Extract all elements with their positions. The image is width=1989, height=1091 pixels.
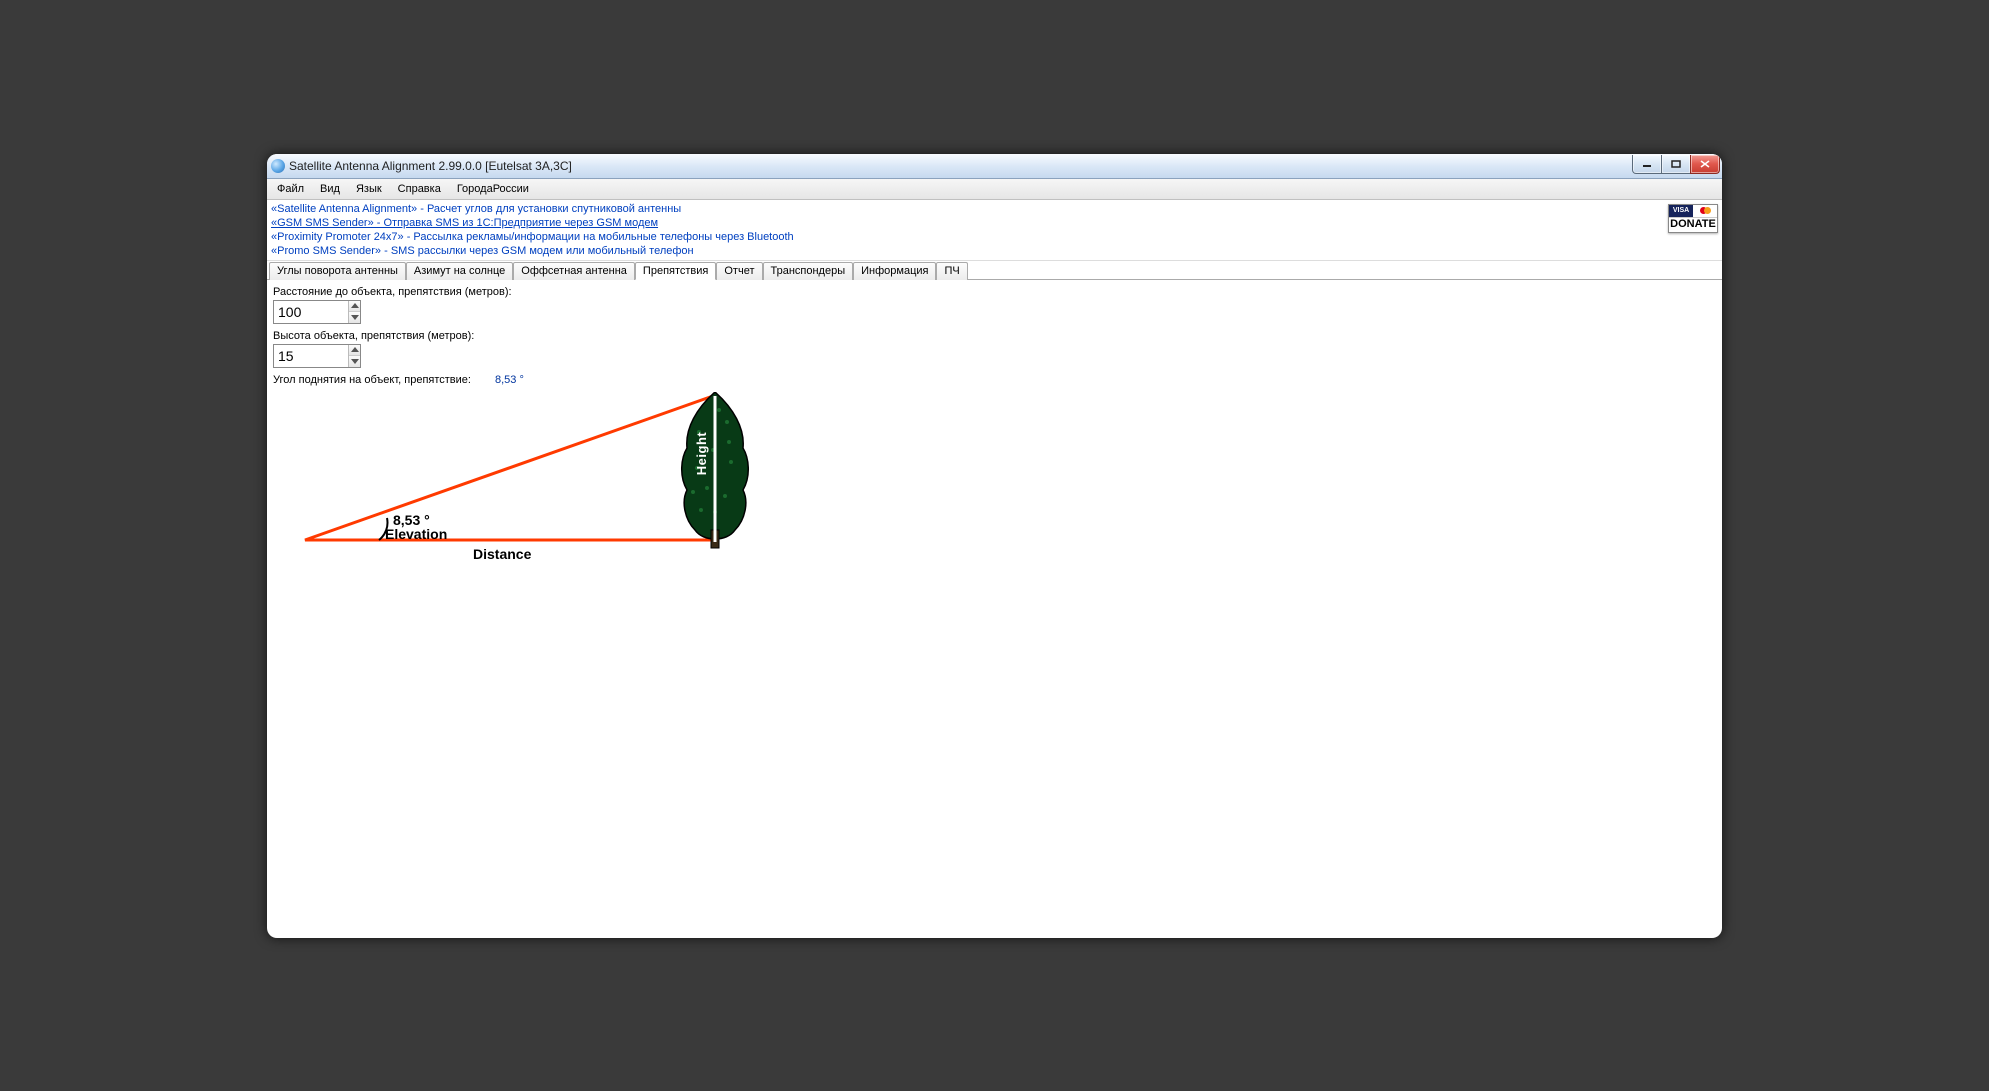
height-spin-buttons — [348, 345, 360, 367]
tree-icon — [679, 392, 751, 552]
maximize-button[interactable] — [1661, 155, 1691, 174]
tab-sun-azimuth[interactable]: Азимут на солнце — [406, 262, 513, 280]
distance-spin-down[interactable] — [349, 312, 360, 323]
tab-obstacles[interactable]: Препятствия — [635, 262, 716, 280]
visa-icon: VISA — [1669, 205, 1693, 217]
result-row: Угол поднятия на объект, препятствие: 8,… — [273, 374, 1716, 386]
minimize-button[interactable] — [1632, 155, 1662, 174]
tab-content: Расстояние до объекта, препятствия (метр… — [267, 280, 1722, 576]
result-value: 8,53 ° — [495, 374, 524, 386]
height-spinner — [273, 344, 361, 368]
links-bar: «Satellite Antenna Alignment» - Расчет у… — [267, 200, 1722, 261]
titlebar: Satellite Antenna Alignment 2.99.0.0 [Eu… — [267, 154, 1722, 179]
donate-button[interactable]: VISA DONATE — [1668, 204, 1718, 233]
app-window: Satellite Antenna Alignment 2.99.0.0 [Eu… — [267, 154, 1722, 938]
height-spin-down[interactable] — [349, 356, 360, 367]
donate-label: DONATE — [1669, 217, 1717, 230]
link-saa[interactable]: «Satellite Antenna Alignment» - Расчет у… — [271, 202, 1718, 216]
diagram-distance-label: Distance — [473, 546, 531, 562]
tab-report[interactable]: Отчет — [716, 262, 762, 280]
menu-cities[interactable]: ГородаРоссии — [449, 181, 537, 197]
link-promo[interactable]: «Promo SMS Sender» - SMS рассылки через … — [271, 244, 1718, 258]
tab-transponders[interactable]: Транспондеры — [763, 262, 854, 280]
result-label: Угол поднятия на объект, препятствие: — [273, 374, 471, 386]
tab-angles[interactable]: Углы поворота антенны — [269, 262, 406, 280]
window-title: Satellite Antenna Alignment 2.99.0.0 [Eu… — [289, 159, 572, 173]
diagram-elevation-label: Elevation — [385, 526, 447, 542]
menu-help[interactable]: Справка — [390, 181, 449, 197]
diagram-height-label: Height — [694, 431, 709, 474]
mastercard-icon — [1693, 205, 1717, 217]
tab-info[interactable]: Информация — [853, 262, 936, 280]
link-gsm[interactable]: «GSM SMS Sender» - Отправка SMS из 1С:Пр… — [271, 216, 1718, 230]
distance-spin-up[interactable] — [349, 301, 360, 313]
distance-spinner — [273, 300, 361, 324]
distance-spin-buttons — [348, 301, 360, 323]
window-buttons — [1633, 155, 1720, 174]
menu-file[interactable]: Файл — [269, 181, 312, 197]
link-proximity[interactable]: «Proximity Promoter 24x7» - Рассылка рек… — [271, 230, 1718, 244]
height-input[interactable] — [274, 345, 348, 367]
height-spin-up[interactable] — [349, 345, 360, 357]
menubar: Файл Вид Язык Справка ГородаРоссии — [267, 179, 1722, 200]
height-label: Высота объекта, препятствия (метров): — [273, 330, 1716, 342]
menu-lang[interactable]: Язык — [348, 181, 390, 197]
menu-view[interactable]: Вид — [312, 181, 348, 197]
tab-if[interactable]: ПЧ — [936, 262, 967, 280]
app-icon — [271, 159, 285, 173]
obstacle-diagram: Height 8,53 ° Elevation Distance — [303, 390, 783, 570]
tab-offset[interactable]: Оффсетная антенна — [513, 262, 635, 280]
distance-input[interactable] — [274, 301, 348, 323]
distance-label: Расстояние до объекта, препятствия (метр… — [273, 286, 1716, 298]
tab-bar: Углы поворота антенны Азимут на солнце О… — [267, 261, 1722, 279]
close-button[interactable] — [1690, 155, 1720, 174]
